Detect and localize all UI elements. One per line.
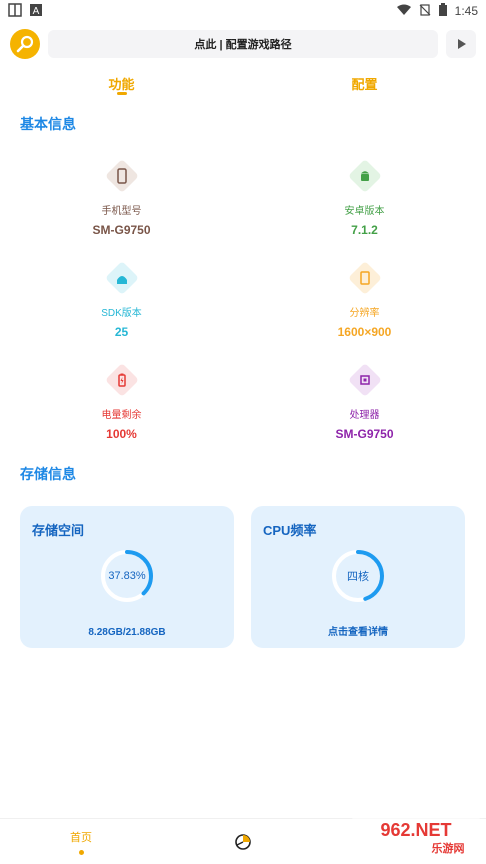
storage-usage: 8.28GB/21.88GB	[88, 627, 166, 638]
watermark-logo: 962.NET 乐游网	[352, 816, 480, 856]
battery-icon	[438, 3, 447, 19]
watermark-text: 962.NET	[380, 820, 451, 840]
tab-functions-label: 功能	[108, 77, 135, 92]
storage-info-title: 存储信息	[20, 466, 76, 482]
cpu-ring: 四核	[330, 548, 386, 604]
storage-space-card[interactable]: 存储空间 37.83% 8.28GB/21.88GB	[20, 506, 234, 648]
cpu-frequency-card[interactable]: CPU频率 四核 点击查看详情	[251, 506, 465, 648]
info-label: 电量剩余	[101, 410, 142, 421]
info-label: 处理器	[349, 410, 380, 421]
top-bar: 点此 | 配置游戏路径	[10, 28, 476, 60]
storage-ring: 37.83%	[99, 548, 155, 604]
info-label: 安卓版本	[344, 206, 385, 217]
tab-indicator	[116, 92, 127, 95]
info-processor: 处理器 SM-G9750	[243, 363, 486, 441]
wifi-icon	[396, 4, 411, 19]
info-phone-model: 手机型号 SM-G9750	[0, 159, 243, 237]
info-value: 25	[114, 325, 129, 339]
tab-config-label: 配置	[351, 77, 378, 92]
nav-active-dot	[78, 849, 84, 855]
android-head-icon	[104, 261, 139, 295]
info-label: 分辨率	[349, 308, 380, 319]
screen-icon	[347, 261, 382, 295]
config-path-button[interactable]: 点此 | 配置游戏路径	[48, 30, 438, 58]
tab-bar: 功能 配置	[0, 70, 486, 100]
info-label: 手机型号	[101, 206, 142, 217]
nav-home[interactable]: 首页	[0, 829, 162, 855]
info-value: SM-G9750	[335, 427, 394, 441]
play-button[interactable]	[446, 30, 476, 58]
chip-icon	[347, 363, 382, 397]
no-sim-icon	[419, 3, 431, 19]
info-label: SDK版本	[101, 308, 142, 319]
play-icon	[458, 39, 466, 49]
status-time: 1:45	[454, 4, 478, 18]
battery-icon	[104, 363, 139, 397]
info-sdk-version: SDK版本 25	[0, 261, 243, 339]
storage-card-title: 存储空间	[32, 523, 85, 538]
info-battery: 电量剩余 100%	[0, 363, 243, 441]
tab-functions[interactable]: 功能	[0, 70, 243, 100]
info-value: 1600×900	[337, 325, 392, 339]
status-right: 1:45	[396, 3, 478, 19]
wrench-icon[interactable]	[10, 29, 40, 59]
nav-stats[interactable]	[162, 833, 324, 851]
app-icon	[8, 2, 22, 20]
a-icon: A	[30, 3, 42, 19]
basic-info-title: 基本信息	[20, 116, 76, 132]
cpu-card-title: CPU频率	[263, 523, 317, 538]
info-value: SM-G9750	[92, 223, 151, 237]
info-resolution: 分辨率 1600×900	[243, 261, 486, 339]
nav-home-label: 首页	[70, 831, 92, 844]
pie-chart-icon	[235, 833, 251, 850]
android-icon	[347, 159, 382, 193]
cpu-cores: 四核	[347, 571, 369, 583]
cpu-details-link[interactable]: 点击查看详情	[251, 623, 465, 638]
info-android-version: 安卓版本 7.1.2	[243, 159, 486, 237]
info-value: 7.1.2	[351, 223, 378, 237]
status-left: A	[8, 2, 42, 20]
watermark-sub: 乐游网	[432, 841, 465, 855]
svg-text:A: A	[33, 6, 40, 16]
phone-icon	[104, 159, 139, 193]
status-bar: A 1:45	[0, 0, 486, 22]
info-value: 100%	[106, 427, 137, 441]
tab-config[interactable]: 配置	[243, 70, 486, 100]
storage-percent: 37.83%	[108, 570, 146, 582]
